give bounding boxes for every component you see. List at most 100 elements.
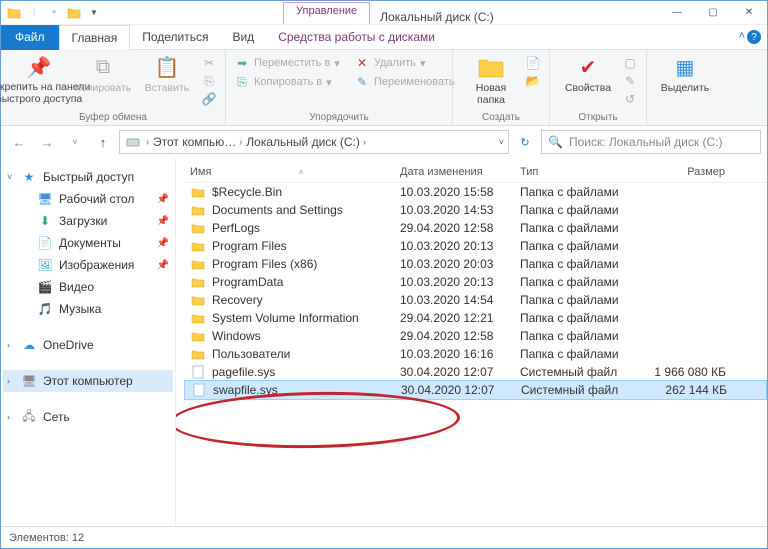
col-name[interactable]: Имя˄ <box>184 162 394 182</box>
tab-view[interactable]: Вид <box>220 25 266 50</box>
file-row[interactable]: Windows29.04.2020 12:58Папка с файлами <box>184 327 767 345</box>
file-size <box>644 310 732 326</box>
edit-small[interactable]: ✎ <box>622 72 638 90</box>
tab-share[interactable]: Поделиться <box>130 25 220 50</box>
ribbon: 📌 Закрепить на панели быстрого доступа ⧉… <box>1 50 767 126</box>
sidebar-item-pictures[interactable]: 🖼Изображения📌 <box>3 254 173 276</box>
crumb-drive-c[interactable]: Локальный диск (C:)› <box>246 135 366 149</box>
properties-button[interactable]: ✔ Свойства <box>558 54 618 108</box>
easy-access-icon: 📂 <box>525 73 541 89</box>
sidebar-item-videos[interactable]: 🎬Видео <box>3 276 173 298</box>
drive-icon <box>124 133 142 151</box>
file-name: PerfLogs <box>212 221 260 235</box>
chevron-right-icon: › <box>7 340 10 350</box>
rename-icon: ✎ <box>354 74 370 90</box>
file-date: 10.03.2020 16:16 <box>394 346 514 362</box>
file-row[interactable]: ProgramData10.03.2020 20:13Папка с файла… <box>184 273 767 291</box>
delete-button[interactable]: ✕Удалить ▾ <box>354 54 455 72</box>
file-size <box>644 220 732 236</box>
file-row[interactable]: Documents and Settings10.03.2020 14:53Па… <box>184 201 767 219</box>
copy-path-small[interactable]: ⎘ <box>201 72 217 90</box>
search-icon: 🔍 <box>548 135 563 149</box>
sidebar-item-music[interactable]: 🎵Музыка <box>3 298 173 320</box>
copy-to-icon: ⎘ <box>234 74 250 90</box>
pin-icon: 📌 <box>157 238 169 249</box>
folder-icon <box>190 203 205 217</box>
rename-button[interactable]: ✎Переименовать <box>354 73 455 91</box>
sidebar-quick-access[interactable]: ˅★Быстрый доступ <box>3 166 173 188</box>
sidebar-item-downloads[interactable]: ⬇Загрузки📌 <box>3 210 173 232</box>
file-size <box>644 328 732 344</box>
qat-dropdown-icon[interactable]: ▼ <box>85 4 103 22</box>
select-all-button[interactable]: ▦ Выделить <box>655 54 715 94</box>
forward-button[interactable]: → <box>35 130 59 154</box>
tab-home[interactable]: Главная <box>59 25 131 50</box>
paste-icon: 📋 <box>153 54 181 80</box>
folder-icon <box>190 185 205 199</box>
easy-access-small[interactable]: 📂 <box>525 72 541 90</box>
shortcut-icon: 🔗 <box>201 91 217 107</box>
recent-dropdown[interactable]: ˅ <box>63 130 87 154</box>
new-folder-button[interactable]: Новая папка <box>461 54 521 106</box>
ribbon-group-clipboard: 📌 Закрепить на панели быстрого доступа ⧉… <box>1 50 226 125</box>
sidebar-onedrive[interactable]: ›☁OneDrive <box>3 334 173 356</box>
chevron-right-icon: › <box>7 412 10 422</box>
move-to-icon: ➡ <box>234 55 250 71</box>
sidebar-this-pc[interactable]: ›🖥Этот компьютер <box>3 370 173 392</box>
file-row[interactable]: System Volume Information29.04.2020 12:2… <box>184 309 767 327</box>
select-all-icon: ▦ <box>671 54 699 80</box>
file-row[interactable]: PerfLogs29.04.2020 12:58Папка с файлами <box>184 219 767 237</box>
help-icon[interactable]: ? <box>747 30 761 44</box>
cut-small[interactable]: ✂ <box>201 54 217 72</box>
file-row[interactable]: Recovery10.03.2020 14:54Папка с файлами <box>184 291 767 309</box>
address-dropdown-icon[interactable]: ˅ <box>499 137 504 147</box>
folder-icon <box>190 311 205 325</box>
file-date: 29.04.2020 12:21 <box>394 310 514 326</box>
pictures-icon: 🖼 <box>37 257 53 273</box>
up-button[interactable]: ↑ <box>91 130 115 154</box>
open-icon: ▢ <box>622 55 638 71</box>
file-size: 262 144 КБ <box>645 382 733 398</box>
crumb-this-pc[interactable]: Этот компью…› <box>153 135 242 149</box>
minimize-button[interactable]: — <box>659 1 695 25</box>
sidebar-item-desktop[interactable]: 🖥Рабочий стол📌 <box>3 188 173 210</box>
music-icon: 🎵 <box>37 301 53 317</box>
file-row[interactable]: Program Files (x86)10.03.2020 20:03Папка… <box>184 255 767 273</box>
refresh-button[interactable]: ↻ <box>513 130 537 154</box>
qat-properties-icon[interactable]: ▫ <box>45 4 63 22</box>
copy-button[interactable]: ⧉ Копировать <box>73 54 133 108</box>
delete-icon: ✕ <box>354 55 370 71</box>
downloads-icon: ⬇ <box>37 213 53 229</box>
tab-drive-tools[interactable]: Средства работы с дисками <box>266 25 447 50</box>
folder-icon <box>190 347 205 361</box>
file-type: Папка с файлами <box>514 238 644 254</box>
file-row[interactable]: Program Files10.03.2020 20:13Папка с фай… <box>184 237 767 255</box>
col-date[interactable]: Дата изменения <box>394 162 514 182</box>
file-row[interactable]: pagefile.sys30.04.2020 12:07Системный фа… <box>184 363 767 381</box>
file-row[interactable]: swapfile.sys30.04.2020 12:07Системный фа… <box>184 380 767 400</box>
ribbon-collapse-button[interactable]: ˄? <box>739 30 761 44</box>
sidebar-item-documents[interactable]: 📄Документы📌 <box>3 232 173 254</box>
col-size[interactable]: Размер <box>644 162 732 182</box>
file-row[interactable]: $Recycle.Bin10.03.2020 15:58Папка с файл… <box>184 183 767 201</box>
file-date: 30.04.2020 12:07 <box>395 382 515 398</box>
history-small[interactable]: ↺ <box>622 90 638 108</box>
pin-icon: 📌 <box>25 54 53 80</box>
search-box[interactable]: 🔍 Поиск: Локальный диск (C:) <box>541 130 761 154</box>
paste-shortcut-small[interactable]: 🔗 <box>201 90 217 108</box>
col-type[interactable]: Тип <box>514 162 644 182</box>
address-bar[interactable]: › Этот компью…› Локальный диск (C:)› ˅ <box>119 130 509 154</box>
file-row[interactable]: Пользователи10.03.2020 16:16Папка с файл… <box>184 345 767 363</box>
close-button[interactable]: ✕ <box>731 1 767 25</box>
maximize-button[interactable]: ▢ <box>695 1 731 25</box>
paste-button[interactable]: 📋 Вставить <box>137 54 197 108</box>
file-size <box>644 184 732 200</box>
new-item-small[interactable]: 📄 <box>525 54 541 72</box>
file-name: ProgramData <box>212 275 283 289</box>
folder-open-icon[interactable] <box>65 4 83 22</box>
pin-button[interactable]: 📌 Закрепить на панели быстрого доступа <box>9 54 69 108</box>
sidebar-network[interactable]: ›🖧Сеть <box>3 406 173 428</box>
open-small[interactable]: ▢ <box>622 54 638 72</box>
tab-file[interactable]: Файл <box>1 25 59 50</box>
back-button[interactable]: ← <box>7 130 31 154</box>
